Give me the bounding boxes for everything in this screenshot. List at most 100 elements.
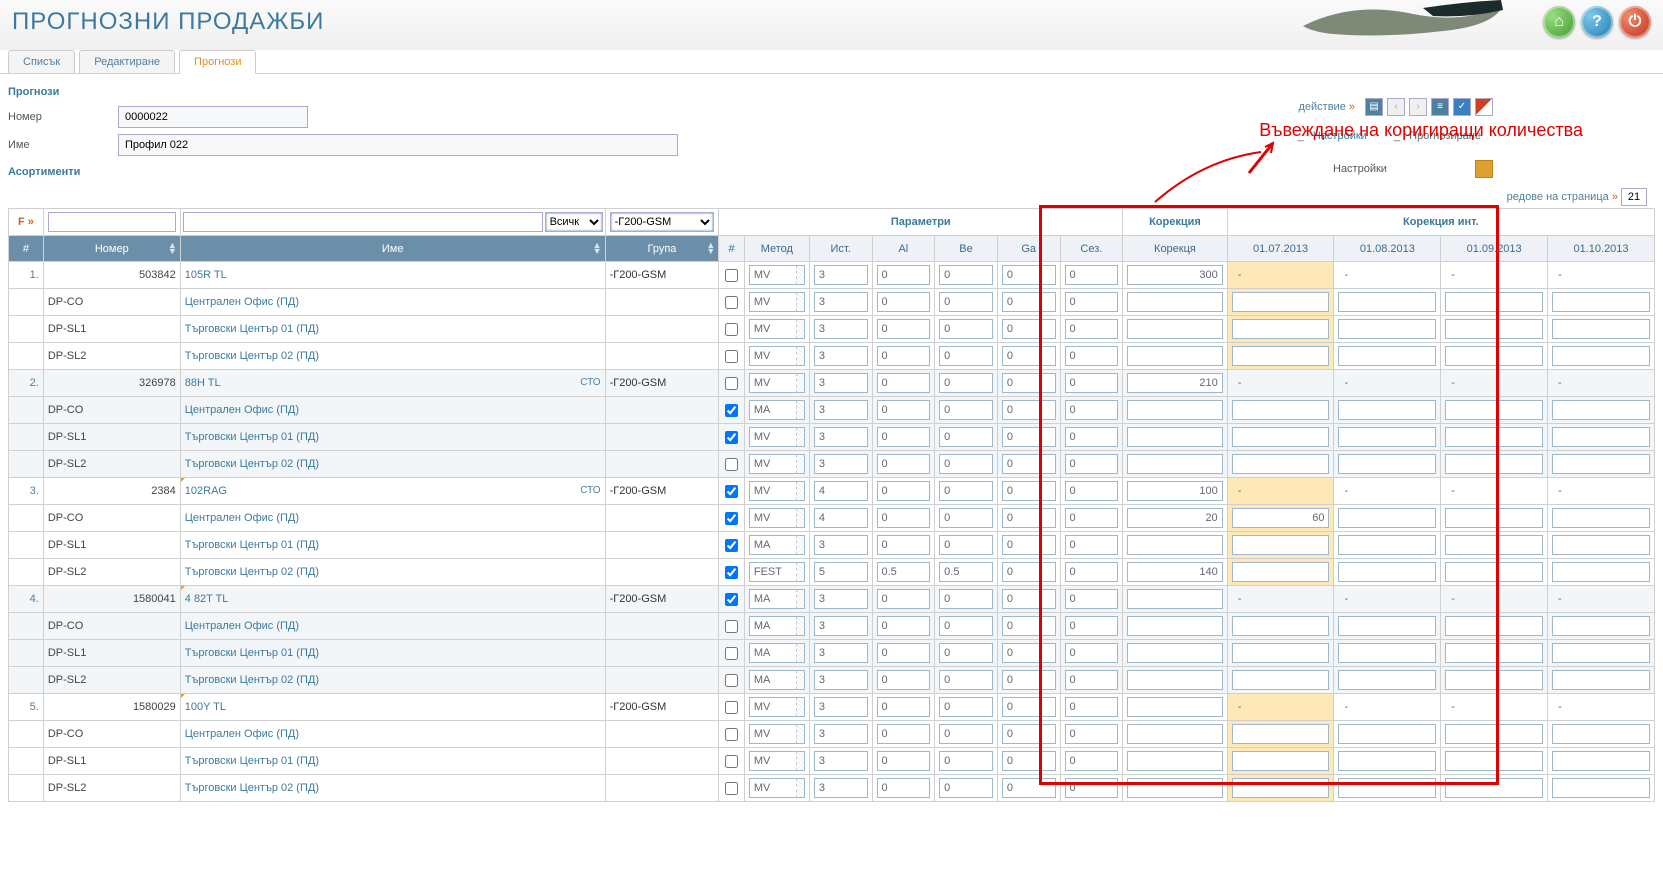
ga-input[interactable] — [1002, 373, 1056, 393]
ga-input[interactable] — [1002, 697, 1056, 717]
corr-input[interactable] — [1127, 751, 1222, 771]
method-input[interactable] — [749, 508, 796, 528]
ist-input[interactable] — [814, 346, 868, 366]
corr-input[interactable] — [1127, 346, 1222, 366]
row-checkbox[interactable] — [725, 485, 738, 498]
corr-input[interactable] — [1127, 400, 1222, 420]
child-name-link[interactable]: Търговски Център 01 (ПД) — [185, 755, 319, 767]
al-input[interactable] — [877, 724, 931, 744]
corr-input[interactable] — [1127, 319, 1222, 339]
ga-input[interactable] — [1002, 643, 1056, 663]
be-input[interactable] — [939, 643, 993, 663]
method-input[interactable] — [749, 265, 796, 285]
be-input[interactable] — [939, 427, 993, 447]
row-checkbox[interactable] — [725, 755, 738, 768]
col-al[interactable]: Al — [872, 236, 935, 262]
row-checkbox[interactable] — [725, 323, 738, 336]
item-name-link[interactable]: 88H TL — [185, 377, 221, 389]
item-name-link[interactable]: 102RAG — [185, 485, 227, 497]
al-input[interactable] — [877, 778, 931, 798]
al-input[interactable] — [877, 319, 931, 339]
be-input[interactable] — [939, 400, 993, 420]
date-input[interactable] — [1338, 346, 1436, 366]
method-input[interactable] — [749, 373, 796, 393]
date-input[interactable] — [1232, 454, 1330, 474]
date-input[interactable] — [1338, 724, 1436, 744]
date-input[interactable] — [1338, 616, 1436, 636]
date-input[interactable] — [1445, 400, 1543, 420]
corr-input[interactable] — [1127, 481, 1222, 501]
method-input[interactable] — [749, 778, 796, 798]
be-input[interactable] — [939, 616, 993, 636]
ist-input[interactable] — [814, 481, 868, 501]
sez-input[interactable] — [1065, 724, 1119, 744]
sez-input[interactable] — [1065, 670, 1119, 690]
date-input[interactable] — [1338, 778, 1436, 798]
ga-input[interactable] — [1002, 265, 1056, 285]
sez-input[interactable] — [1065, 616, 1119, 636]
resize-handle[interactable] — [796, 508, 805, 528]
col-sez[interactable]: Сез. — [1060, 236, 1123, 262]
resize-handle[interactable] — [796, 454, 805, 474]
corr-input[interactable] — [1127, 427, 1222, 447]
item-name-link[interactable]: 4 82T TL — [185, 593, 229, 605]
ist-input[interactable] — [814, 697, 868, 717]
rows-per-page-input[interactable] — [1621, 188, 1647, 206]
method-input[interactable] — [749, 751, 796, 771]
method-input[interactable] — [749, 292, 796, 312]
corr-input[interactable] — [1127, 562, 1222, 582]
row-checkbox[interactable] — [725, 512, 738, 525]
method-input[interactable] — [749, 319, 796, 339]
date-input[interactable] — [1445, 454, 1543, 474]
row-checkbox[interactable] — [725, 404, 738, 417]
item-name-link[interactable]: 105R TL — [185, 269, 227, 281]
child-name-link[interactable]: Централен Офис (ПД) — [185, 728, 299, 740]
resize-handle[interactable] — [796, 643, 805, 663]
date-input[interactable] — [1338, 751, 1436, 771]
al-input[interactable] — [877, 643, 931, 663]
be-input[interactable] — [939, 751, 993, 771]
ist-input[interactable] — [814, 562, 868, 582]
date-input[interactable] — [1338, 454, 1436, 474]
sez-input[interactable] — [1065, 589, 1119, 609]
col-chk[interactable]: # — [719, 236, 745, 262]
ist-input[interactable] — [814, 265, 868, 285]
child-name-link[interactable]: Търговски Център 01 (ПД) — [185, 323, 319, 335]
be-input[interactable] — [939, 535, 993, 555]
method-input[interactable] — [749, 616, 796, 636]
date-input[interactable] — [1232, 724, 1330, 744]
date-input[interactable] — [1552, 319, 1650, 339]
date-input[interactable] — [1338, 400, 1436, 420]
al-input[interactable] — [877, 562, 931, 582]
ga-input[interactable] — [1002, 454, 1056, 474]
number-input[interactable] — [118, 106, 308, 128]
al-input[interactable] — [877, 346, 931, 366]
method-input[interactable] — [749, 535, 796, 555]
corr-input[interactable] — [1127, 670, 1222, 690]
child-name-link[interactable]: Търговски Център 01 (ПД) — [185, 647, 319, 659]
date-input[interactable] — [1338, 643, 1436, 663]
ga-input[interactable] — [1002, 724, 1056, 744]
date-input[interactable] — [1445, 292, 1543, 312]
child-name-link[interactable]: Търговски Център 01 (ПД) — [185, 539, 319, 551]
date-input[interactable] — [1338, 535, 1436, 555]
be-input[interactable] — [939, 589, 993, 609]
date-input[interactable] — [1552, 292, 1650, 312]
method-input[interactable] — [749, 427, 796, 447]
filter-name[interactable] — [183, 212, 543, 232]
ist-input[interactable] — [814, 724, 868, 744]
method-input[interactable] — [749, 670, 796, 690]
date-input[interactable] — [1232, 643, 1330, 663]
toolbar-btn-6[interactable] — [1475, 98, 1493, 116]
be-input[interactable] — [939, 346, 993, 366]
date-input[interactable] — [1338, 670, 1436, 690]
date-input[interactable] — [1445, 778, 1543, 798]
date-input[interactable] — [1552, 400, 1650, 420]
ga-input[interactable] — [1002, 427, 1056, 447]
al-input[interactable] — [877, 454, 931, 474]
be-input[interactable] — [939, 481, 993, 501]
date-input[interactable] — [1552, 724, 1650, 744]
date-input[interactable] — [1552, 535, 1650, 555]
date-input[interactable] — [1232, 346, 1330, 366]
col-grp[interactable]: Група — [605, 236, 719, 262]
